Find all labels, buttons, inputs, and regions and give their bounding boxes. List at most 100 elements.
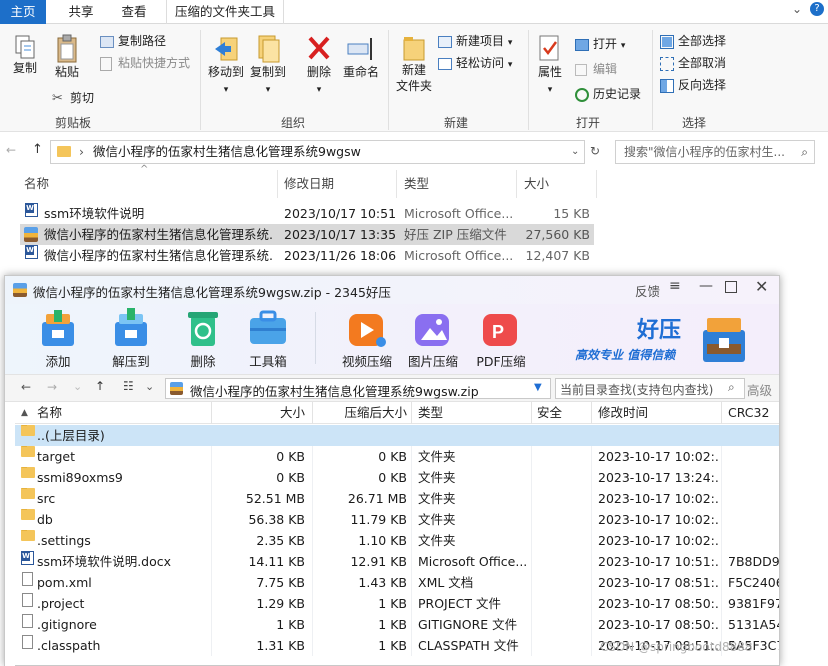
zip-col-crc[interactable]: CRC32 [728,402,769,424]
copy-button[interactable]: 复制 [10,34,40,76]
open-button[interactable]: 打开 ▾ [575,36,625,54]
zip-row-name: src [37,491,56,506]
tab-view[interactable]: 查看 [110,0,158,24]
copy-path-button[interactable]: 复制路径 [100,33,166,49]
advanced-search-link[interactable]: 高级 [747,380,772,399]
parent-directory-row[interactable]: ..(上层目录) [15,425,779,446]
up-arrow-icon[interactable]: ↑ [32,142,43,157]
zip-col-modified[interactable]: 修改时间 [598,402,648,424]
column-divider[interactable] [531,402,532,424]
zip-column-headers: ▲ 名称 大小 压缩后大小 类型 安全 修改时间 CRC32 [15,402,779,424]
properties-button[interactable]: 属性 ▾ [532,34,568,98]
cut-button[interactable]: ✂ 剪切 [52,90,94,106]
zip-col-security[interactable]: 安全 [537,402,562,424]
select-none-icon [660,56,674,71]
add-box-icon [42,310,74,346]
new-item-button[interactable]: 新建项目 ▾ [438,33,512,51]
zip-col-size[interactable]: 大小 [215,402,305,424]
paste-button[interactable]: 粘贴 [50,34,84,80]
zip-row-name: pom.xml [37,575,92,590]
zip-table-row[interactable]: db 56.38 KB 11.79 KB 文件夹 2023-10-17 10:02:..… [15,509,779,530]
address-box[interactable]: › 微信小程序的伍家村生猪信息化管理系统9wgsw ⌄ [50,140,585,164]
zip-table-row[interactable]: .settings 2.35 KB 1.10 KB 文件夹 2023-10-17 10:… [15,530,779,551]
zip-table-row[interactable]: pom.xml 7.75 KB 1.43 KB XML 文档 2023-10-17 08… [15,572,779,593]
menu-icon[interactable]: ≡ [669,278,681,294]
file-row[interactable]: ssm环境软件说明 2023/10/17 10:51 Microsoft Off… [20,203,594,224]
column-divider[interactable] [396,170,397,198]
zip-row-modified: 2023-10-17 08:51:... [598,575,718,590]
zip-col-type[interactable]: 类型 [418,402,443,424]
column-header-date[interactable]: 修改日期 [284,172,334,196]
file-size: 15 KB [553,206,590,221]
zip-search-input[interactable]: 当前目录查找(支持包内查找) ⌕ [555,378,745,399]
view-mode-icon[interactable]: ☷ [123,379,134,393]
zip-path-box[interactable]: 微信小程序的伍家村生猪信息化管理系统9wgsw.zip ▼ [165,378,551,399]
select-none-button[interactable]: 全部取消 [660,55,726,71]
column-divider[interactable] [277,170,278,198]
rename-button[interactable]: 重命名 [340,34,382,80]
delete-button[interactable]: 删除 ▾ [302,34,336,98]
column-divider[interactable] [411,402,412,424]
zip-table-row[interactable]: .gitignore 1 KB 1 KB GITIGNORE 文件 2023-10-17… [15,614,779,635]
tab-share[interactable]: 共享 [56,0,106,24]
column-divider[interactable] [591,402,592,424]
close-icon[interactable]: ✕ [755,277,768,296]
up-arrow-icon[interactable]: ↑ [95,379,105,393]
chevron-down-icon[interactable]: ▼ [534,382,542,393]
chevron-down-icon[interactable]: ⌄ [792,2,802,16]
feedback-link[interactable]: 反馈 [635,281,660,300]
toolbox-label: 工具箱 [249,354,287,369]
select-all-button[interactable]: 全部选择 [660,33,726,49]
back-arrow-icon[interactable]: ← [6,143,16,157]
column-header-size[interactable]: 大小 [524,172,549,196]
zip-table-row[interactable]: ssm环境软件说明.docx 14.11 KB 12.91 KB Microsoft … [15,551,779,572]
invert-selection-button[interactable]: 反向选择 [660,77,726,93]
add-label: 添加 [45,354,71,369]
zip-col-name[interactable]: 名称 [37,402,62,424]
zip-row-type: CLASSPATH 文件 [418,638,519,653]
extract-to-label: 解压到 [112,354,150,369]
file-row[interactable]: 微信小程序的伍家村生猪信息化管理系统... 2023/11/26 18:06 M… [20,245,594,266]
help-icon[interactable]: ? [810,2,824,16]
column-header-type[interactable]: 类型 [404,172,429,196]
paste-shortcut-button[interactable]: 粘贴快捷方式 [100,55,190,71]
zip-table-row[interactable]: src 52.51 MB 26.71 MB 文件夹 2023-10-17 10:02:.… [15,488,779,509]
column-divider[interactable] [516,170,517,198]
maximize-icon[interactable] [725,281,737,293]
move-to-button[interactable]: 移动到 ▾ [206,34,246,98]
file-icon [22,572,33,586]
search-icon: ⌕ [801,145,808,159]
invert-selection-icon [660,78,674,93]
edit-button[interactable]: 编辑 [575,61,617,77]
new-folder-button[interactable]: 新建 文件夹 [392,34,436,94]
tab-compressed-folder-tools[interactable]: 压缩的文件夹工具 [166,0,284,24]
chevron-down-icon: ▾ [507,38,513,48]
extract-box-icon [115,308,147,346]
tab-home[interactable]: 主页 [0,0,46,24]
copy-to-button[interactable]: 复制到 ▾ [248,34,288,98]
zip-table-row[interactable]: target 0 KB 0 KB 文件夹 2023-10-17 10:02:... [15,446,779,467]
column-divider[interactable] [312,402,313,424]
column-header-name[interactable]: 名称 [24,172,49,196]
easy-access-button[interactable]: 轻松访问 ▾ [438,55,512,73]
history-button[interactable]: 历史记录 [575,86,641,102]
column-divider[interactable] [596,170,597,198]
grid-line [312,572,313,593]
zip-row-packed: 0 KB [378,449,407,464]
column-divider[interactable] [211,402,212,424]
chevron-down-icon[interactable]: ⌄ [73,380,82,393]
zip-row-name: .gitignore [37,617,97,632]
minimize-icon[interactable]: — [699,278,713,294]
back-arrow-icon[interactable]: ← [21,380,31,394]
chevron-down-icon[interactable]: ⌄ [145,380,154,393]
file-row-selected[interactable]: 微信小程序的伍家村生猪信息化管理系统... 2023/10/17 13:35 好… [20,224,594,245]
zip-table-row[interactable]: .project 1.29 KB 1 KB PROJECT 文件 2023-10-17 … [15,593,779,614]
search-input[interactable]: 搜索"微信小程序的伍家村生... ⌕ [615,140,815,164]
chevron-down-icon[interactable]: ⌄ [571,141,579,163]
column-divider[interactable] [721,402,722,424]
refresh-icon[interactable]: ↻ [590,144,600,158]
zip-table-row[interactable]: ssmi89oxms9 0 KB 0 KB 文件夹 2023-10-17 13:24:.… [15,467,779,488]
recycle-bin-icon [188,312,218,346]
forward-arrow-icon[interactable]: → [47,380,57,394]
zip-col-packed[interactable]: 压缩后大小 [315,402,407,424]
